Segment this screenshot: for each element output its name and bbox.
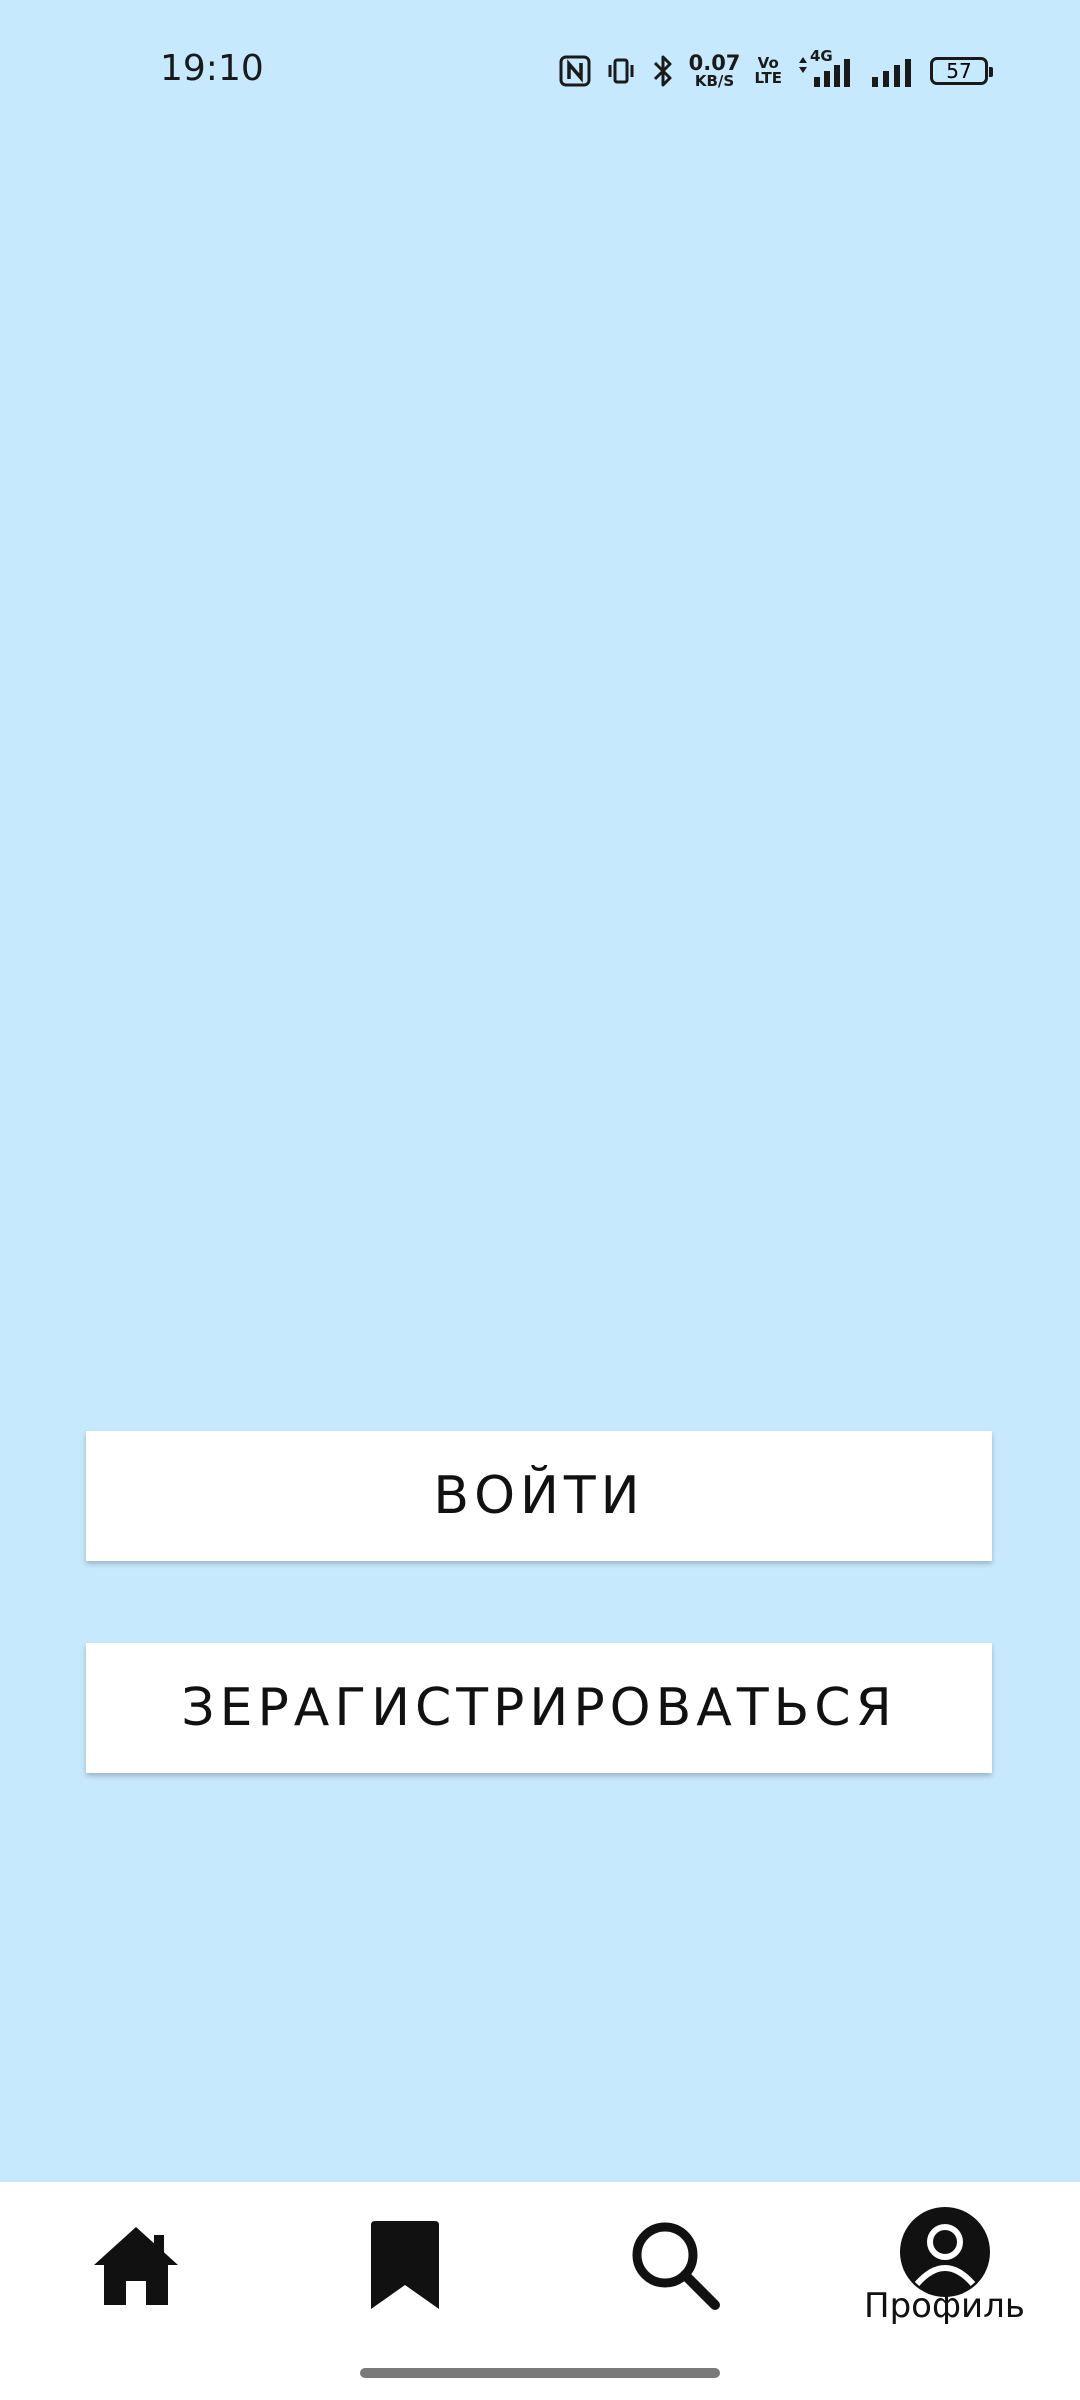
status-bar: 19:10 0.07 KB/S Vo LTE 4G 57	[0, 0, 1080, 140]
vibrate-icon	[605, 55, 637, 87]
nav-profile-label: Профиль	[864, 2286, 1025, 2326]
search-icon	[627, 2217, 723, 2317]
volte-bottom: LTE	[754, 69, 782, 87]
bookmark-icon	[365, 2217, 445, 2317]
nav-bookmarks[interactable]	[305, 2182, 505, 2352]
home-indicator[interactable]	[360, 2368, 720, 2378]
nav-profile[interactable]: Профиль	[844, 2182, 1044, 2352]
net-speed: 0.07 KB/S	[689, 53, 741, 89]
signal-icon	[870, 53, 916, 89]
net-speed-unit: KB/S	[694, 72, 735, 90]
nfc-icon	[559, 55, 591, 87]
network-type-label: 4G	[810, 47, 833, 65]
register-button[interactable]: ЗЕРАГИСТРИРОВАТЬСЯ	[86, 1643, 992, 1773]
volte-indicator: Vo LTE	[754, 56, 782, 86]
nav-home[interactable]	[36, 2182, 236, 2352]
login-button[interactable]: ВОЙТИ	[86, 1431, 992, 1561]
battery-level: 57	[946, 59, 972, 83]
battery-icon: 57	[930, 57, 993, 85]
bluetooth-icon	[651, 54, 675, 88]
status-time: 19:10	[160, 48, 264, 89]
home-icon	[88, 2217, 184, 2317]
nav-search[interactable]	[575, 2182, 775, 2352]
status-icons: 0.07 KB/S Vo LTE 4G 57	[559, 47, 994, 92]
signal-4g-icon: 4G	[796, 47, 856, 89]
screen: 19:10 0.07 KB/S Vo LTE 4G 57 ВОЙТИ ЗЕРАГ…	[0, 0, 1080, 2400]
net-speed-value: 0.07	[688, 51, 741, 75]
